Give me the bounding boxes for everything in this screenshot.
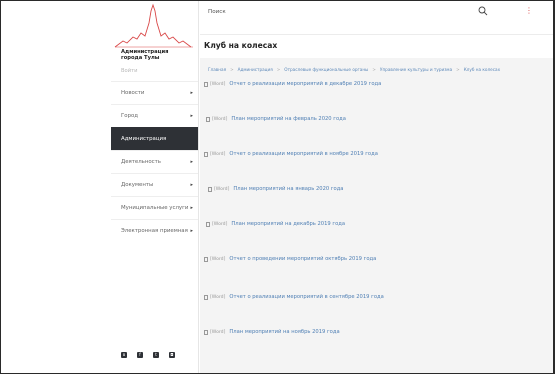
sidebar-item-label: Муниципальные услуги [121, 205, 189, 211]
menu-dots-icon[interactable]: ⋮ [525, 6, 533, 16]
document-item[interactable]: [Word] План мероприятий на декабрь 2019 г… [206, 221, 345, 227]
document-icon [204, 81, 208, 87]
breadcrumb-separator: > [456, 67, 460, 72]
chevron-right-icon: ▸ [190, 182, 193, 188]
chevron-right-icon: ▸ [190, 113, 193, 119]
sidebar-item[interactable]: Город ▸ [111, 104, 198, 127]
sidebar-item[interactable]: Деятельность ▸ [111, 150, 198, 173]
social-links: в f t ◘ [121, 352, 175, 358]
twitter-icon[interactable]: t [153, 352, 159, 358]
login-link[interactable]: Войти [111, 64, 198, 78]
document-icon [204, 294, 208, 300]
sidebar-item[interactable]: Муниципальные услуги ▸ [111, 196, 198, 219]
sidebar-item-label: Деятельность [121, 159, 161, 165]
sidebar: Администрация города Тулы Войти Новости ▸… [111, 1, 199, 373]
document-item[interactable]: [Word] Отчет о реализации мероприятий в с… [204, 294, 384, 300]
main-content: Главная > Администрация > Отраслевые функцио… [200, 58, 553, 373]
sidebar-item-label: Документы [121, 182, 154, 188]
sidebar-item[interactable]: Документы ▸ [111, 173, 198, 196]
search-input[interactable]: Поиск [208, 9, 226, 15]
document-icon [206, 221, 210, 227]
document-icon [204, 256, 208, 262]
document-title-link[interactable]: План мероприятий на январь 2020 года [233, 186, 343, 192]
breadcrumb-link[interactable]: Управление культуры и туризма [380, 67, 452, 72]
instagram-icon[interactable]: ◘ [169, 352, 175, 358]
sidebar-item-label: Администрация [121, 136, 167, 142]
document-format: [Word] [210, 81, 226, 87]
document-title-link[interactable]: Отчет о проведении мероприятий октябрь 2… [229, 256, 376, 262]
sidebar-item[interactable]: Новости ▸ [111, 81, 198, 104]
document-format: [Word] [210, 256, 226, 262]
breadcrumb-link[interactable]: Главная [208, 67, 226, 72]
document-icon [206, 116, 210, 122]
breadcrumb-separator: > [372, 67, 376, 72]
document-item[interactable]: [Word] План мероприятий на январь 2020 го… [208, 186, 344, 192]
sidebar-item-label: Электронная приемная [121, 228, 188, 234]
breadcrumb-link[interactable]: Администрация [238, 67, 273, 72]
document-format: [Word] [212, 221, 228, 227]
sidebar-item-label: Город [121, 113, 139, 119]
document-format: [Word] [212, 116, 228, 122]
document-title-link[interactable]: План мероприятий на февраль 2020 года [231, 116, 346, 122]
top-bar: Поиск ⋮ [200, 1, 553, 35]
breadcrumb-link[interactable]: Отраслевые функциональные органы [284, 67, 368, 72]
chevron-right-icon: ▸ [190, 205, 193, 211]
document-format: [Word] [210, 151, 226, 157]
document-item[interactable]: [Word] План мероприятий на ноябрь 2019 го… [204, 329, 340, 335]
document-title-link[interactable]: План мероприятий на ноябрь 2019 года [229, 329, 339, 335]
chevron-right-icon: ▸ [190, 228, 193, 234]
document-format: [Word] [214, 186, 230, 192]
document-item[interactable]: [Word] План мероприятий на февраль 2020 г… [206, 116, 346, 122]
search-icon[interactable] [478, 6, 488, 16]
document-icon [208, 186, 212, 192]
main-nav: Новости ▸ Город ▸ Администрация Деятельность ▸… [111, 81, 198, 242]
vk-icon[interactable]: в [121, 352, 127, 358]
site-logo[interactable]: Администрация города Тулы [113, 3, 197, 61]
chevron-right-icon: ▸ [190, 159, 193, 165]
document-title-link[interactable]: Отчет о реализации мероприятий в ноябре … [229, 151, 377, 157]
document-title-link[interactable]: Отчет о реализации мероприятий в сентябр… [229, 294, 383, 300]
chevron-right-icon: ▸ [190, 90, 193, 96]
document-title-link[interactable]: Отчет о реализации мероприятий в декабре… [229, 81, 381, 87]
document-item[interactable]: [Word] Отчет о реализации мероприятий в д… [204, 81, 381, 87]
sidebar-item[interactable]: Электронная приемная ▸ [111, 219, 198, 242]
breadcrumb: Главная > Администрация > Отраслевые функцио… [208, 67, 553, 72]
page-title: Клуб на колесах [204, 41, 278, 50]
breadcrumb-link[interactable]: Клуб на колесах [464, 67, 500, 72]
sidebar-item-label: Новости [121, 90, 145, 96]
document-format: [Word] [210, 329, 226, 335]
document-title-link[interactable]: План мероприятий на декабрь 2019 года [231, 221, 345, 227]
breadcrumb-separator: > [276, 67, 281, 72]
document-item[interactable]: [Word] Отчет о проведении мероприятий окт… [204, 256, 376, 262]
facebook-icon[interactable]: f [137, 352, 143, 358]
sidebar-item[interactable]: Администрация [111, 127, 198, 150]
document-format: [Word] [210, 294, 226, 300]
document-icon [204, 151, 208, 157]
kremlin-logo-icon [114, 3, 193, 48]
document-icon [204, 329, 208, 335]
document-item[interactable]: [Word] Отчет о реализации мероприятий в н… [204, 151, 378, 157]
logo-title: Администрация города Тулы [121, 49, 169, 61]
breadcrumb-separator: > [230, 67, 234, 72]
